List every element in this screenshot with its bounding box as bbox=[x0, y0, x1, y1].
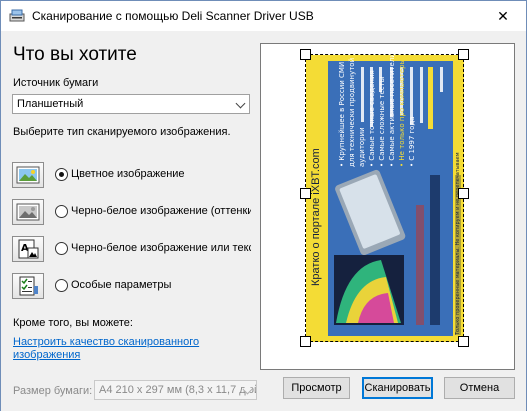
scanner-app-icon bbox=[9, 8, 25, 24]
type-label-bw-text[interactable]: Черно-белое изображение или текст bbox=[71, 242, 251, 254]
paper-size-select: A4 210 x 297 мм (8,3 x 11,7 дюйма) bbox=[94, 380, 257, 400]
crop-handle-bottom-right[interactable] bbox=[458, 336, 469, 347]
adjust-quality-link[interactable]: Настроить качество сканированного bbox=[13, 336, 199, 348]
window-title: Сканирование с помощью Deli Scanner Driv… bbox=[32, 9, 314, 23]
scan-bullet-line: • Не только про компьютеры! bbox=[398, 56, 406, 167]
close-icon: ✕ bbox=[497, 7, 509, 24]
crop-handle-top-left[interactable] bbox=[300, 49, 311, 60]
image-type-prompt: Выберите тип сканируемого изображения. bbox=[13, 126, 231, 138]
crop-handle-left[interactable] bbox=[300, 188, 311, 199]
page-title: Что вы хотите bbox=[13, 44, 137, 65]
scanned-image: • Крупнейшее в России СМИ для технически … bbox=[306, 55, 464, 342]
scan-dialog-window: Сканирование с помощью Deli Scanner Driv… bbox=[0, 0, 527, 411]
chevron-down-icon bbox=[235, 98, 246, 109]
radio-color[interactable] bbox=[55, 168, 68, 181]
scan-bullet-line: для технически продвинутой bbox=[348, 58, 356, 167]
paper-source-select[interactable]: Планшетный bbox=[12, 94, 250, 114]
cancel-button[interactable]: Отмена bbox=[444, 377, 515, 399]
custom-settings-button[interactable] bbox=[12, 273, 44, 299]
type-label-color[interactable]: Цветное изображение bbox=[71, 168, 251, 180]
title-bar[interactable]: Сканирование с помощью Deli Scanner Driv… bbox=[1, 1, 526, 31]
scan-bullet-line: аудитории bbox=[358, 127, 366, 167]
radio-custom[interactable] bbox=[55, 279, 68, 292]
type-label-custom[interactable]: Особые параметры bbox=[71, 279, 251, 291]
crop-handle-right[interactable] bbox=[458, 188, 469, 199]
scan-bullet-line: • Самые точные сведения bbox=[368, 70, 376, 167]
paper-source-label: Источник бумаги bbox=[13, 77, 99, 89]
grayscale-picture-button[interactable] bbox=[12, 199, 44, 225]
scan-bullet-line: • С 1997 года bbox=[408, 116, 416, 167]
scan-footer-note: Только проверенные материалы. Не копируе… bbox=[455, 152, 461, 336]
scan-bullet-line: • Крупнейшее в России СМИ bbox=[338, 62, 346, 167]
preview-button[interactable]: Просмотр bbox=[283, 377, 350, 399]
bw-text-button[interactable]: A bbox=[12, 236, 44, 262]
radio-grayscale[interactable] bbox=[55, 205, 68, 218]
paper-size-label: Размер бумаги: bbox=[13, 385, 93, 397]
color-picture-icon bbox=[16, 166, 40, 184]
scan-bullet-line: • Самые сложные тесты bbox=[378, 77, 386, 167]
scan-side-title: Кратко о портале iXBT.com bbox=[310, 148, 322, 286]
grayscale-picture-icon bbox=[16, 203, 40, 221]
crop-handle-bottom-left[interactable] bbox=[300, 336, 311, 347]
crop-handle-top-right[interactable] bbox=[458, 49, 469, 60]
close-button[interactable]: ✕ bbox=[480, 1, 526, 31]
paper-size-value: A4 210 x 297 мм (8,3 x 11,7 дюйма) bbox=[99, 384, 256, 396]
scan-bullet-line: • Самые активные посетители bbox=[388, 55, 396, 167]
scan-button[interactable]: Сканировать bbox=[362, 377, 433, 399]
color-picture-button[interactable] bbox=[12, 162, 44, 188]
custom-settings-icon bbox=[19, 276, 38, 296]
adjust-quality-link-line2[interactable]: изображения bbox=[13, 349, 80, 361]
also-you-can-label: Кроме того, вы можете: bbox=[13, 317, 133, 329]
type-label-grayscale[interactable]: Черно-белое изображение (оттенки серого) bbox=[71, 205, 251, 217]
paper-source-value: Планшетный bbox=[17, 98, 84, 110]
bw-text-icon: A bbox=[18, 239, 39, 259]
radio-bw-text[interactable] bbox=[55, 242, 68, 255]
